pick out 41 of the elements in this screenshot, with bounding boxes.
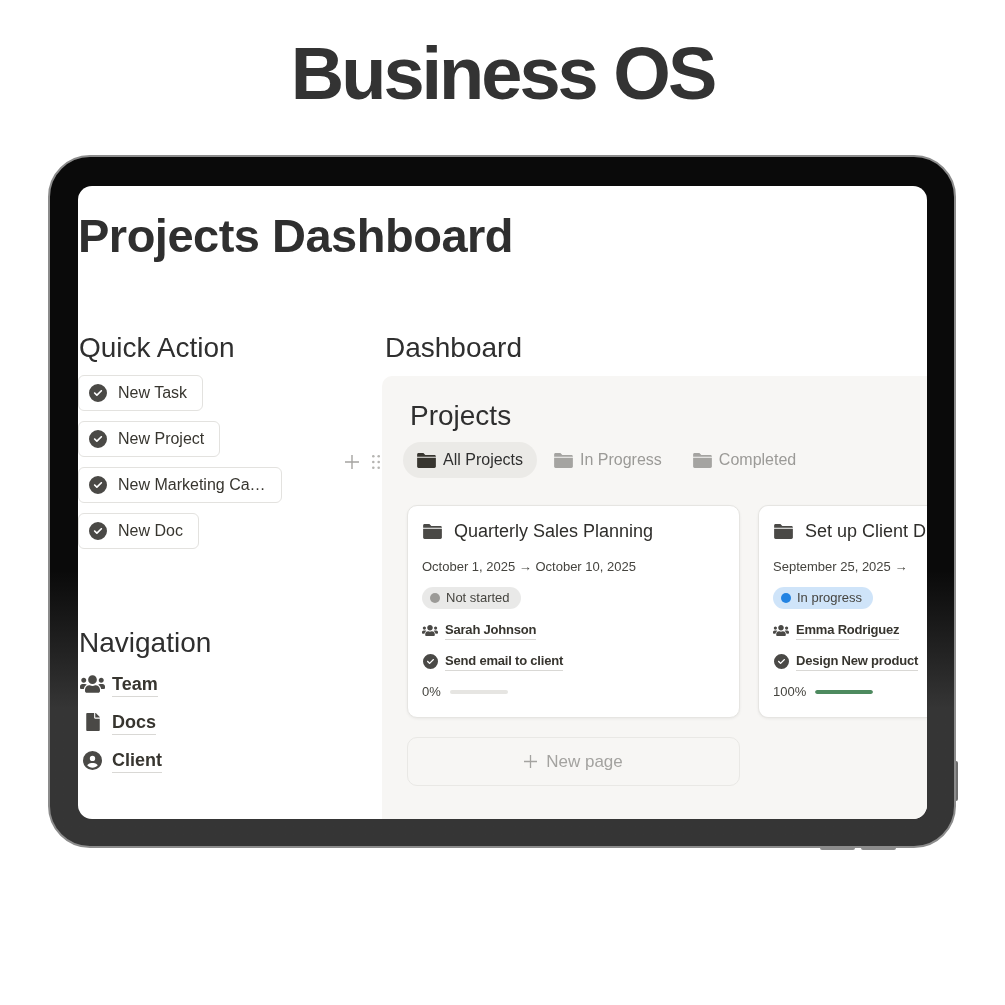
folder-icon: [774, 523, 793, 539]
quick-action-button[interactable]: New Marketing Ca…: [78, 467, 282, 503]
page-title: Projects Dashboard: [78, 208, 514, 264]
banner-title: Business OS: [290, 31, 715, 116]
owner-link[interactable]: Emma Rodriguez: [796, 620, 900, 640]
folder-icon: [692, 452, 712, 468]
nav-link[interactable]: Client: [78, 741, 162, 779]
view-tab[interactable]: All Projects: [403, 442, 538, 478]
plus-icon: [345, 455, 359, 469]
quick-action-button[interactable]: New Project: [78, 421, 221, 457]
file-icon: [85, 713, 100, 731]
task-link[interactable]: Send email to client: [445, 651, 564, 671]
people-icon: [422, 623, 438, 637]
drag-handle-icon[interactable]: [372, 455, 380, 469]
nav-link[interactable]: Docs: [78, 703, 156, 741]
status-label: In progress: [797, 589, 863, 607]
section-heading: Quick Action: [78, 331, 235, 365]
status-label: Not started: [446, 589, 510, 607]
date-range: September 25, 2025 →: [773, 558, 908, 576]
card-title: Set up Client D: [805, 520, 927, 543]
project-card[interactable]: Set up Client D September 25, 2025 → In progress Emma Rodriguez Design New product 100%: [758, 505, 927, 718]
date-range: October 1, 2025 → October 10, 2025: [422, 558, 636, 576]
folder-icon: [423, 523, 442, 539]
people-icon: [773, 623, 789, 637]
project-card[interactable]: Quarterly Sales Planning October 1, 2025 → October 10, 2025 Not started Sarah Johnson Send email to client 0%: [407, 505, 740, 718]
folder-icon: [417, 452, 436, 468]
folder-icon: [554, 452, 574, 468]
section-heading: Dashboard: [384, 331, 522, 365]
progress-track: [815, 690, 874, 694]
quick-action-button[interactable]: New Doc: [78, 513, 199, 549]
task-link[interactable]: Design New product: [796, 651, 919, 671]
nav-link[interactable]: Team: [78, 665, 158, 703]
plus-icon: [524, 755, 538, 768]
card-title: Quarterly Sales Planning: [454, 520, 654, 543]
progress-label: 100%: [773, 683, 807, 701]
view-title: Projects: [409, 399, 512, 433]
owner-link[interactable]: Sarah Johnson: [445, 620, 537, 640]
quick-action-button[interactable]: New Task: [78, 375, 204, 411]
people-icon: [80, 674, 105, 694]
section-heading: Navigation: [78, 626, 212, 660]
progress-label: 0%: [422, 683, 441, 701]
